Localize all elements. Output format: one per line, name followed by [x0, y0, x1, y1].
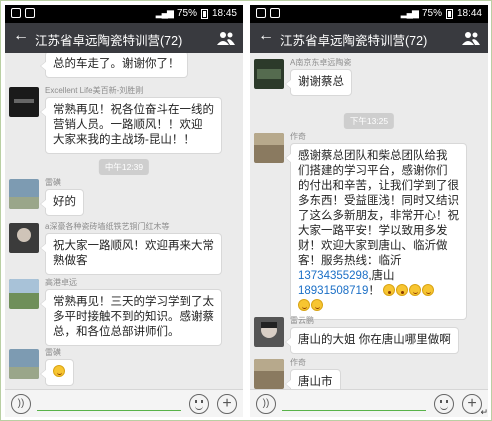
sender-name: 雷云鹏 [290, 316, 314, 325]
sender-name: 雷磺 [45, 178, 61, 187]
message-bubble[interactable]: 谢谢蔡总 [285, 69, 352, 96]
return-mark-icon: ↵ [480, 407, 488, 417]
avatar[interactable] [254, 59, 284, 89]
notification-icons [256, 8, 280, 18]
right-phone-screen: ▂▄▆ 75% 18:44 ← 江苏省卓远陶瓷特训营(72) A南京东卓远陶瓷 [250, 5, 488, 417]
input-bar: )) + [250, 389, 488, 417]
chat-title: 江苏省卓远陶瓷特训营(72) [280, 34, 428, 48]
surprised-emoji-icon [396, 284, 409, 296]
emoji-icon[interactable] [189, 394, 209, 414]
sender-name: 雷磺 [45, 348, 61, 357]
message-bubble[interactable]: 祝大家一路顺风！欢迎再来大常 熟做客 [40, 233, 222, 275]
more-plus-icon[interactable]: + [462, 394, 482, 414]
message-input[interactable] [282, 397, 426, 411]
left-phone-screen: ▂▄▆ 75% 18:45 ← 江苏省卓远陶瓷特训营(72) 总的车走了。谢谢你… [5, 5, 243, 417]
message-input[interactable] [37, 397, 181, 411]
sender-name: 作奇 [290, 132, 306, 141]
avatar[interactable] [9, 349, 39, 379]
voice-input-icon[interactable]: )) [256, 394, 276, 414]
chat-title: 江苏省卓远陶瓷特训营(72) [35, 34, 183, 48]
smile-emoji-icon [422, 284, 435, 296]
status-bar: ▂▄▆ 75% 18:45 [5, 5, 243, 23]
message-bubble[interactable]: 常熟再见！祝各位奋斗在一线的 营销人员。一路顺风！！欢迎 大家来我的主战场-昆山… [40, 97, 222, 154]
sender-name: 作奇 [290, 358, 306, 367]
avatar[interactable] [9, 223, 39, 253]
battery-percent: 75% [176, 8, 197, 19]
message-bubble[interactable]: 感谢蔡总团队和柴总团队给我 们搭建的学习平台，感谢你们 的付出和辛苦，让我们学到… [285, 143, 467, 320]
message-bubble[interactable]: 常熟再见！三天的学习学到了太 多平时接触不到的知识。感谢蔡 总，和各位总部讲师们… [40, 289, 222, 346]
more-plus-icon[interactable]: + [217, 394, 237, 414]
notification-icon [11, 8, 21, 18]
avatar[interactable] [9, 279, 39, 309]
message-bubble[interactable] [40, 359, 74, 386]
avatar[interactable] [254, 317, 284, 347]
smile-emoji-icon [53, 365, 65, 377]
status-bar: ▂▄▆ 75% 18:44 [250, 5, 488, 23]
battery-icon [445, 8, 453, 19]
timestamp: 中午12:39 [98, 159, 150, 175]
sender-name: 高港卓远 [45, 278, 77, 287]
notification-icon [256, 8, 266, 18]
input-bar: )) + [5, 389, 243, 417]
group-members-icon[interactable] [462, 30, 480, 46]
signal-icon: ▂▄▆ [155, 8, 174, 18]
clock: 18:44 [456, 8, 482, 19]
back-arrow-icon[interactable]: ← [258, 27, 274, 45]
message-bubble[interactable]: 唐山市 [285, 369, 341, 389]
smile-emoji-icon [409, 284, 422, 296]
signal-icon: ▂▄▆ [400, 8, 419, 18]
smile-emoji-icon [311, 299, 323, 311]
group-members-icon[interactable] [217, 30, 235, 46]
screenshot-frame: ▂▄▆ 75% 18:45 ← 江苏省卓远陶瓷特训营(72) 总的车走了。谢谢你… [0, 0, 492, 421]
surprised-emoji-icon [383, 284, 396, 296]
chat-header: ← 江苏省卓远陶瓷特训营(72) [5, 23, 243, 53]
avatar[interactable] [9, 87, 39, 117]
notification-icons [11, 8, 35, 18]
back-arrow-icon[interactable]: ← [13, 27, 29, 45]
message-list[interactable]: A南京东卓远陶瓷 谢谢蔡总 下午13:25 作奇 感谢蔡总团队和柴总团队给我 们… [250, 53, 488, 389]
message-list[interactable]: 总的车走了。谢谢你了！ Excellent Life美百新-刘胜刚 常熟再见！祝… [5, 53, 243, 389]
timestamp: 下午13:25 [343, 113, 395, 129]
smile-emoji-icon [298, 299, 310, 311]
battery-percent: 75% [421, 8, 442, 19]
message-bubble[interactable]: 好的 [40, 189, 84, 216]
sender-name: A南京东卓远陶瓷 [290, 58, 352, 67]
chat-header: ← 江苏省卓远陶瓷特训营(72) [250, 23, 488, 53]
message-bubble[interactable]: 总的车走了。谢谢你了！ [40, 53, 188, 78]
emoji-icon[interactable] [434, 394, 454, 414]
avatar[interactable] [254, 133, 284, 163]
message-bubble[interactable]: 唐山的大姐 你在唐山哪里做啊 [285, 327, 459, 354]
avatar[interactable] [9, 179, 39, 209]
sender-name: Excellent Life美百新-刘胜刚 [45, 86, 144, 95]
phone-link[interactable]: 13734355298 [298, 270, 368, 282]
sender-name: a深豪各种瓷砖墙纸铁艺铜门红木等 [45, 222, 170, 231]
notification-icon [270, 8, 280, 18]
notification-icon [25, 8, 35, 18]
voice-input-icon[interactable]: )) [11, 394, 31, 414]
clock: 18:45 [211, 8, 237, 19]
phone-link[interactable]: 18931508719 [298, 285, 368, 297]
battery-icon [200, 8, 208, 19]
avatar[interactable] [254, 359, 284, 389]
